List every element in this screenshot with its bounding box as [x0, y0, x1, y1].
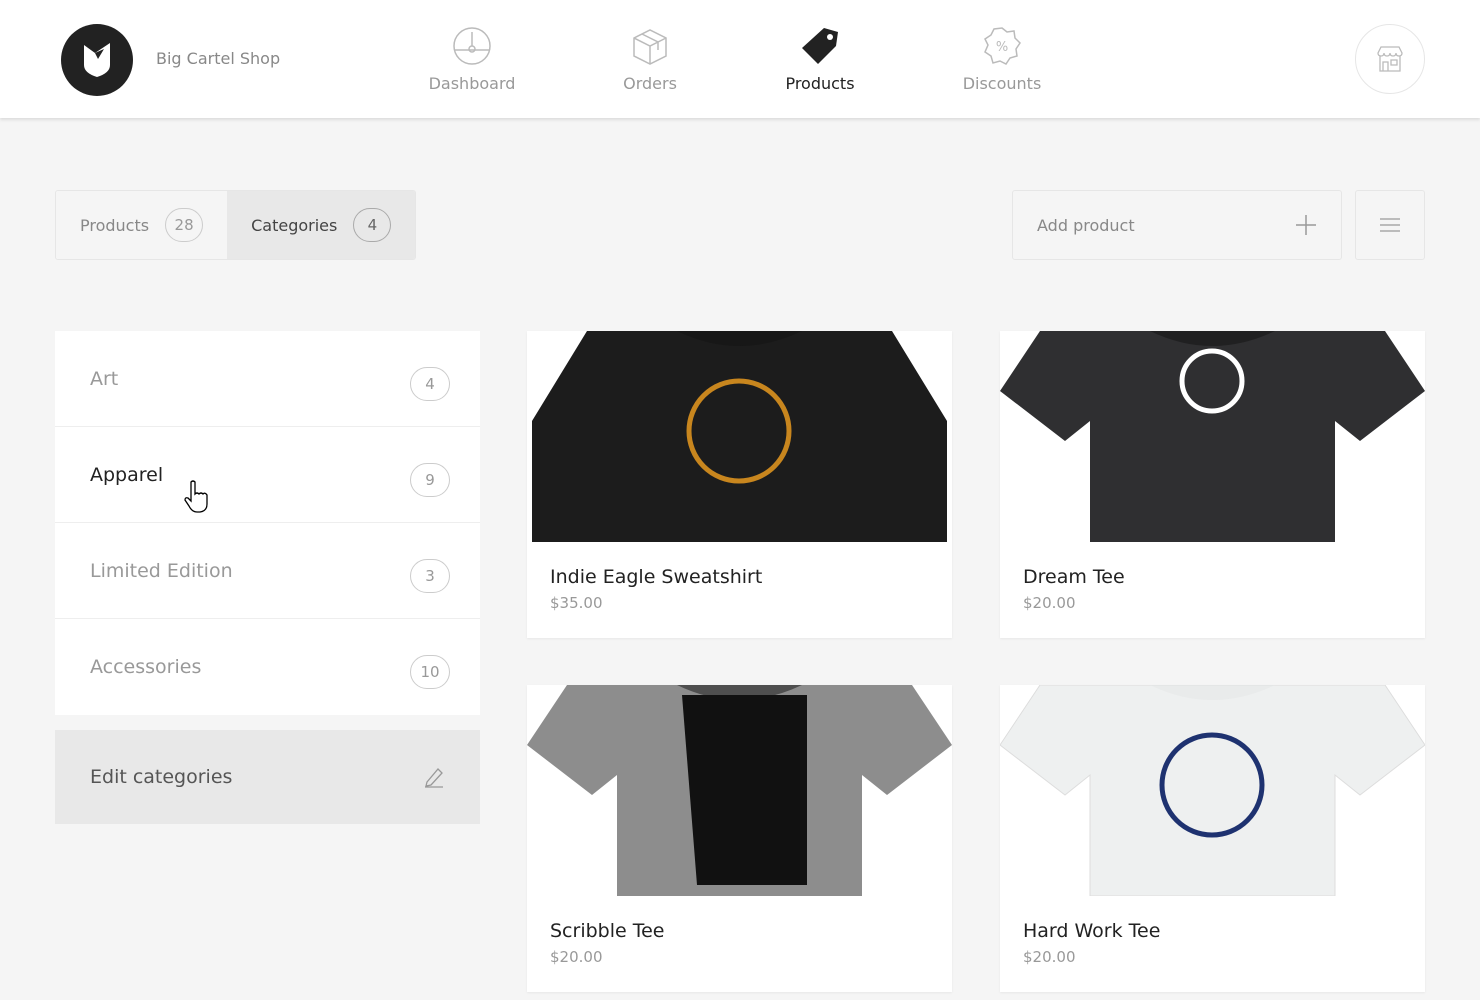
category-item-limited-edition[interactable]: Limited Edition 3 — [55, 523, 480, 619]
nav-orders[interactable]: Orders — [580, 24, 720, 93]
count-badge: 9 — [410, 462, 450, 497]
product-name[interactable]: Dream Tee — [1023, 566, 1125, 588]
top-header: Big Cartel Shop Dashboard Orders Product… — [0, 0, 1480, 118]
nav-dashboard[interactable]: Dashboard — [402, 24, 542, 93]
edit-categories-button[interactable]: Edit categories — [55, 730, 480, 824]
hamburger-icon — [1380, 218, 1400, 232]
nav-label: Orders — [623, 74, 677, 93]
product-name[interactable]: Indie Eagle Sweatshirt — [550, 566, 762, 588]
shop-name[interactable]: Big Cartel Shop — [156, 49, 280, 68]
menu-button[interactable] — [1355, 190, 1425, 260]
category-label: Apparel — [90, 463, 164, 486]
product-name[interactable]: Hard Work Tee — [1023, 920, 1160, 942]
add-product-button[interactable]: Add product — [1012, 190, 1342, 260]
category-item-apparel[interactable]: Apparel 9 — [55, 427, 480, 523]
hand-cursor-icon — [184, 480, 208, 513]
product-card[interactable]: Indie Eagle Sweatshirt $35.00 — [527, 331, 952, 638]
tab-label: Products — [80, 215, 150, 235]
nav-discounts[interactable]: % Discounts — [932, 24, 1072, 93]
discount-badge-icon: % — [984, 27, 1021, 65]
product-card[interactable]: Hard Work Tee $20.00 — [1000, 685, 1425, 992]
product-name[interactable]: Scribble Tee — [550, 920, 664, 942]
pencil-icon — [425, 768, 443, 788]
svg-text:%: % — [996, 40, 1008, 55]
category-item-accessories[interactable]: Accessories 10 — [55, 619, 480, 715]
tag-icon — [802, 28, 838, 64]
category-item-art[interactable]: Art 4 — [55, 331, 480, 427]
category-label: Limited Edition — [90, 559, 233, 582]
nav-products[interactable]: Products — [750, 24, 890, 93]
product-image[interactable] — [527, 685, 952, 896]
count-badge: 10 — [410, 655, 450, 689]
product-image[interactable] — [527, 331, 952, 542]
category-label: Accessories — [90, 656, 202, 678]
count-badge: 4 — [410, 366, 450, 401]
nav-label: Discounts — [962, 74, 1042, 93]
add-product-label: Add product — [1037, 215, 1135, 235]
edit-categories-label: Edit categories — [90, 766, 233, 788]
tab-label: Categories — [251, 215, 338, 235]
plus-icon — [1296, 215, 1316, 235]
count-badge: 4 — [353, 208, 392, 242]
product-price: $35.00 — [550, 594, 603, 612]
category-label: Art — [90, 367, 119, 390]
nav-label: Dashboard — [428, 74, 516, 93]
nav-label: Products — [785, 74, 855, 93]
storefront-icon — [1377, 46, 1403, 72]
product-card[interactable]: Scribble Tee $20.00 — [527, 685, 952, 992]
product-image[interactable] — [1000, 331, 1425, 542]
product-card[interactable]: Dream Tee $20.00 — [1000, 331, 1425, 638]
product-image[interactable] — [1000, 685, 1425, 896]
dashboard-gauge-icon — [453, 27, 491, 65]
view-store-button[interactable] — [1355, 24, 1425, 94]
tab-products[interactable]: Products 28 — [56, 191, 228, 259]
box-icon — [633, 29, 667, 65]
tab-categories[interactable]: Categories 4 — [227, 191, 416, 259]
big-cartel-logo[interactable] — [61, 24, 133, 96]
product-price: $20.00 — [1023, 594, 1076, 612]
category-list: Art 4 Apparel 9 Limited Edition 3 Accessori… — [55, 331, 480, 715]
view-tabs: Products 28 Categories 4 — [55, 190, 417, 260]
product-price: $20.00 — [1023, 948, 1076, 966]
product-price: $20.00 — [550, 948, 603, 966]
count-badge: 28 — [165, 208, 204, 242]
count-badge: 3 — [410, 558, 450, 593]
